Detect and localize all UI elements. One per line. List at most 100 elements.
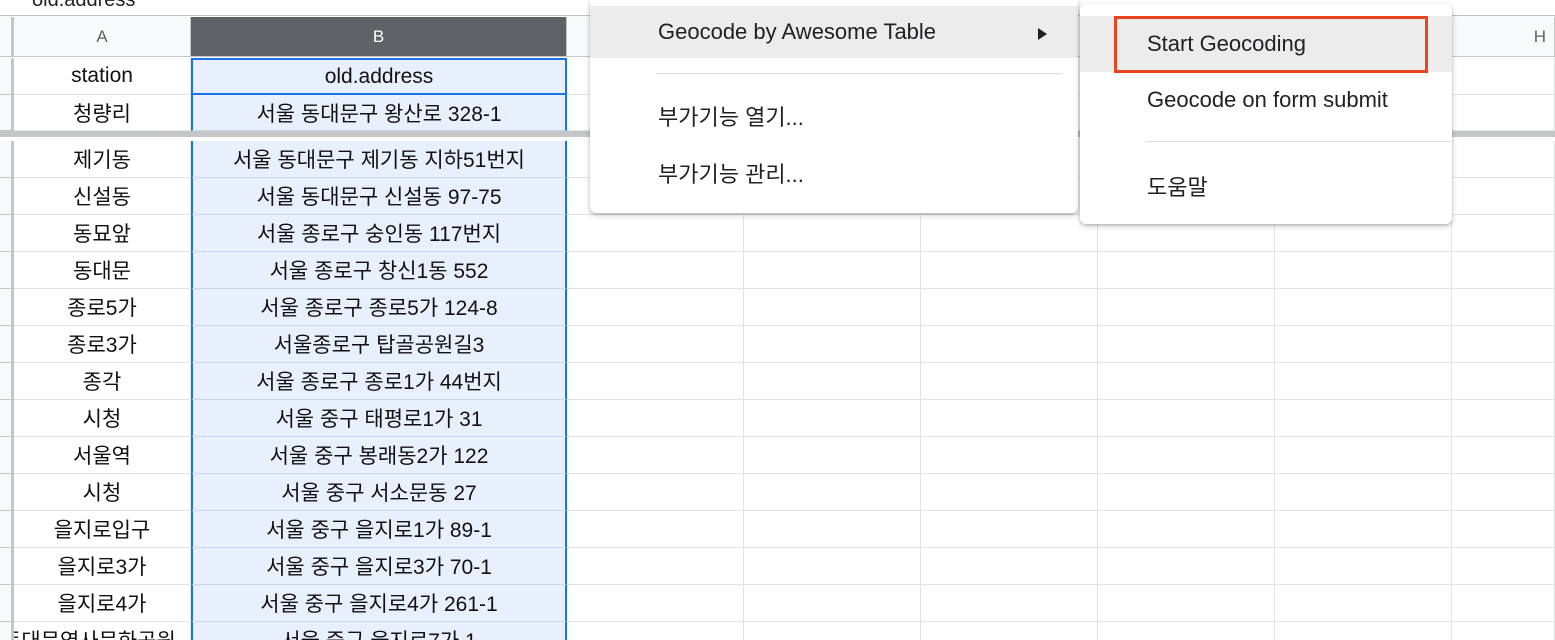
station-cell[interactable]: 을지로4가 [14,585,191,622]
row-header[interactable] [0,326,14,363]
empty-cell[interactable] [921,511,1098,548]
address-cell[interactable]: 서울 중구 을지로1가 89-1 [191,511,567,548]
empty-cell[interactable] [1275,585,1452,622]
address-cell[interactable]: 서울 종로구 창신1동 552 [191,252,567,289]
empty-cell[interactable] [1275,252,1452,289]
empty-cell[interactable] [744,437,921,474]
station-cell[interactable]: 청량리 [14,95,191,131]
empty-cell[interactable] [1275,622,1452,640]
row-header[interactable] [0,178,14,215]
address-cell[interactable]: 서울 중구 을지로4가 261-1 [191,585,567,622]
address-cell[interactable]: 서울 동대문구 신설동 97-75 [191,178,567,215]
empty-cell[interactable] [1098,326,1275,363]
address-cell[interactable]: 서울 종로구 종로1가 44번지 [191,363,567,400]
empty-cell[interactable] [921,215,1098,252]
empty-cell[interactable] [1098,622,1275,640]
empty-cell[interactable] [1452,437,1555,474]
row-header[interactable] [0,548,14,585]
address-cell[interactable]: 서울 동대문구 제기동 지하51번지 [191,141,567,178]
address-cell[interactable]: 서울 중구 태평로1가 31 [191,400,567,437]
station-cell[interactable]: 제기동 [14,141,191,178]
empty-cell[interactable] [744,252,921,289]
empty-cell[interactable] [744,474,921,511]
empty-cell[interactable] [921,585,1098,622]
empty-cell[interactable] [1275,400,1452,437]
row-header[interactable] [0,58,14,95]
empty-cell[interactable] [1098,437,1275,474]
station-cell[interactable]: 을지로3가 [14,548,191,585]
empty-cell[interactable] [1452,95,1555,131]
empty-cell[interactable] [567,400,744,437]
empty-cell[interactable] [1452,58,1555,95]
row-header[interactable] [0,215,14,252]
station-cell[interactable]: 동묘앞 [14,215,191,252]
empty-cell[interactable] [1098,511,1275,548]
empty-cell[interactable] [1452,511,1555,548]
station-cell[interactable]: 종각 [14,363,191,400]
empty-cell[interactable] [744,622,921,640]
empty-cell[interactable] [1452,252,1555,289]
empty-cell[interactable] [1452,363,1555,400]
empty-cell[interactable] [567,585,744,622]
empty-cell[interactable] [1275,548,1452,585]
empty-cell[interactable] [1452,585,1555,622]
empty-cell[interactable] [921,437,1098,474]
row-header[interactable] [0,252,14,289]
station-cell[interactable]: 을지로입구 [14,511,191,548]
empty-cell[interactable] [567,215,744,252]
empty-cell[interactable] [1275,474,1452,511]
empty-cell[interactable] [921,400,1098,437]
empty-cell[interactable] [1452,548,1555,585]
empty-cell[interactable] [1452,178,1555,215]
station-cell[interactable]: 동대문 [14,252,191,289]
column-header-h[interactable]: H [1452,17,1555,57]
submenu-item-help[interactable]: 도움말 [1080,160,1452,212]
empty-cell[interactable] [921,252,1098,289]
station-cell[interactable]: 시청 [14,474,191,511]
empty-cell[interactable] [1098,400,1275,437]
empty-cell[interactable] [1452,474,1555,511]
address-cell[interactable]: old.address [191,58,567,95]
address-cell[interactable]: 서울 중구 을지로7가 1 [191,622,567,640]
empty-cell[interactable] [567,363,744,400]
empty-cell[interactable] [1098,289,1275,326]
empty-cell[interactable] [1275,326,1452,363]
row-header[interactable] [0,437,14,474]
row-header[interactable] [0,474,14,511]
empty-cell[interactable] [1098,585,1275,622]
station-cell[interactable]: 신설동 [14,178,191,215]
address-cell[interactable]: 서울 종로구 종로5가 124-8 [191,289,567,326]
column-header-a[interactable]: A [14,17,191,57]
address-cell[interactable]: 서울 동대문구 왕산로 328-1 [191,95,567,131]
empty-cell[interactable] [744,548,921,585]
station-cell[interactable]: 동대문역사문화공원 [14,622,191,640]
submenu-item-geocode-on-form-submit[interactable]: Geocode on form submit [1080,74,1452,126]
empty-cell[interactable] [1452,622,1555,640]
address-cell[interactable]: 서울 중구 을지로3가 70-1 [191,548,567,585]
empty-cell[interactable] [921,326,1098,363]
empty-cell[interactable] [744,326,921,363]
menu-item-open-addons[interactable]: 부가기능 열기... [590,90,1078,142]
empty-cell[interactable] [1098,363,1275,400]
empty-cell[interactable] [744,289,921,326]
empty-cell[interactable] [744,215,921,252]
empty-cell[interactable] [1275,363,1452,400]
empty-cell[interactable] [1098,252,1275,289]
empty-cell[interactable] [567,326,744,363]
empty-cell[interactable] [1452,289,1555,326]
empty-cell[interactable] [567,474,744,511]
empty-cell[interactable] [921,474,1098,511]
empty-cell[interactable] [567,437,744,474]
station-cell[interactable]: station [14,58,191,95]
row-header[interactable] [0,585,14,622]
address-cell[interactable]: 서울 중구 봉래동2가 122 [191,437,567,474]
station-cell[interactable]: 서울역 [14,437,191,474]
menu-item-geocode-by-awesome-table[interactable]: Geocode by Awesome Table [590,6,1078,58]
station-cell[interactable]: 종로5가 [14,289,191,326]
empty-cell[interactable] [1452,400,1555,437]
empty-cell[interactable] [567,548,744,585]
row-header[interactable] [0,622,14,640]
address-cell[interactable]: 서울 중구 서소문동 27 [191,474,567,511]
row-header[interactable] [0,95,14,131]
station-cell[interactable]: 시청 [14,400,191,437]
